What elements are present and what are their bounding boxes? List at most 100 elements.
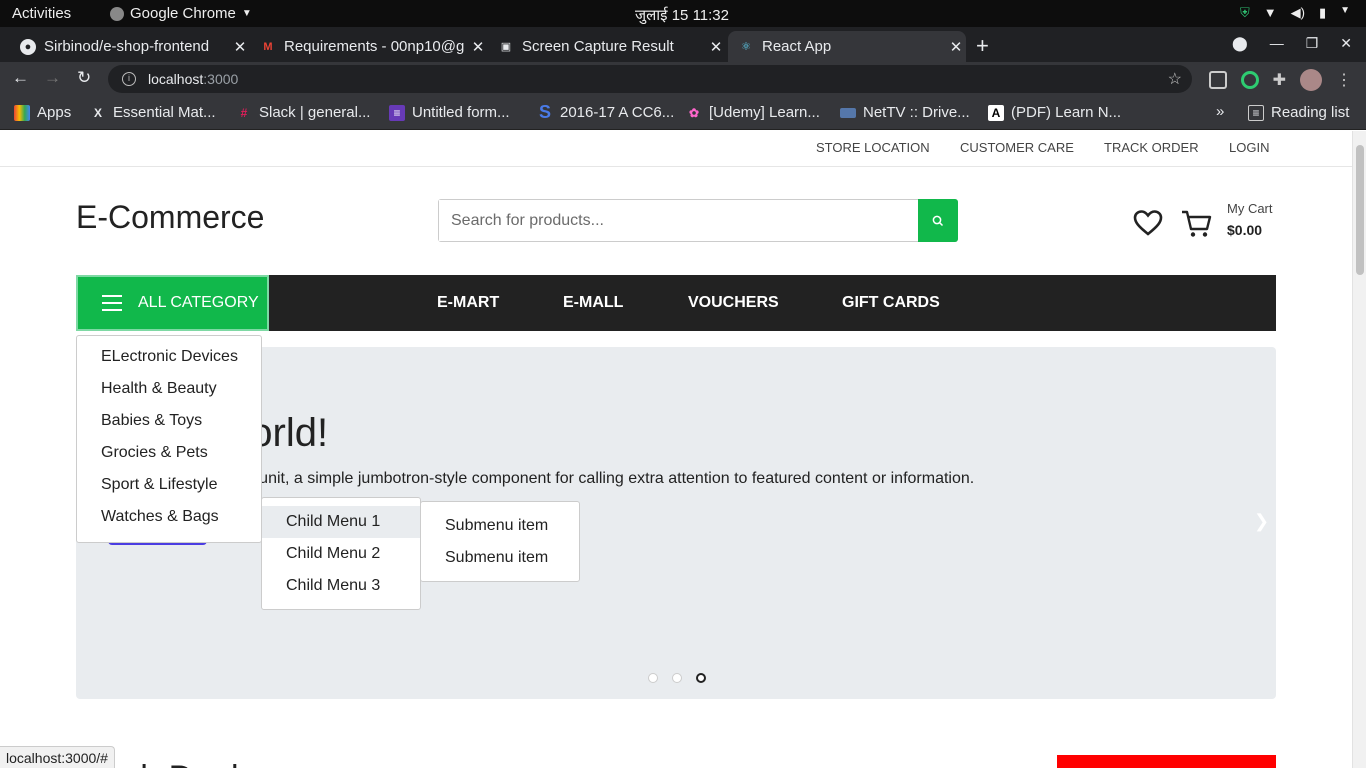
apps-grid-icon <box>14 104 30 121</box>
carousel-dot[interactable] <box>672 673 682 683</box>
tab-github[interactable]: ● Sirbinod/e-shop-frontend ✕ <box>10 31 250 62</box>
customer-care-link[interactable]: CUSTOMER CARE <box>960 140 1074 155</box>
bookmark-label: Essential Mat... <box>113 104 216 121</box>
close-icon[interactable]: ✕ <box>706 38 726 56</box>
category-item[interactable]: Grocies & Pets <box>77 440 261 472</box>
camera-icon: ▣ <box>500 41 512 53</box>
track-order-link[interactable]: TRACK ORDER <box>1104 140 1199 155</box>
info-icon[interactable]: i <box>122 72 136 86</box>
category-dropdown: ELectronic Devices Health & Beauty Babie… <box>76 335 262 543</box>
cart-total[interactable]: $0.00 <box>1227 222 1262 238</box>
address-bar[interactable]: i localhost:3000 ☆ <box>108 65 1192 93</box>
nav-emart[interactable]: E-MART <box>437 294 499 312</box>
activities-button[interactable]: Activities <box>12 5 71 22</box>
tab-screen-capture[interactable]: ▣ Screen Capture Result ✕ <box>488 31 726 62</box>
my-cart-label[interactable]: My Cart <box>1227 201 1273 216</box>
app-name: Google Chrome <box>130 5 236 22</box>
bookmark-academia[interactable]: A (PDF) Learn N... <box>988 104 1121 121</box>
bookmark-label: 2016-17 A CC6... <box>560 104 675 121</box>
gmail-icon: M <box>263 40 273 53</box>
search-input[interactable] <box>439 200 919 241</box>
category-item[interactable]: ELectronic Devices <box>77 344 261 376</box>
nav-gift-cards[interactable]: GIFT CARDS <box>842 294 940 312</box>
nav-emall[interactable]: E-MALL <box>563 294 623 312</box>
wishlist-heart-icon[interactable] <box>1133 209 1163 237</box>
puzzle-icon[interactable]: ✚ <box>1273 70 1286 90</box>
nav-vouchers[interactable]: VOUCHERS <box>688 294 779 312</box>
academia-icon: A <box>988 104 1004 121</box>
battery-icon: ▮ <box>1318 5 1327 20</box>
child-menu-item[interactable]: Child Menu 1 <box>262 506 420 538</box>
maximize-icon[interactable]: ❐ <box>1306 35 1319 52</box>
bookmark-label: Slack | general... <box>259 104 371 121</box>
reading-list-icon: ≡ <box>1248 104 1264 121</box>
reading-list-label: Reading list <box>1271 104 1350 121</box>
new-tab-button[interactable]: + <box>976 33 989 59</box>
tab-title: Sirbinod/e-shop-frontend <box>44 38 210 55</box>
bookmark-nettv[interactable]: NetTV :: Drive... <box>840 104 970 121</box>
wifi-icon: ▼ <box>1263 5 1277 20</box>
chrome-icon <box>110 6 124 21</box>
submenu: Submenu item Submenu item <box>420 501 580 582</box>
minimize-icon[interactable]: — <box>1270 35 1284 52</box>
menu-kebab-icon[interactable]: ⋮ <box>1336 70 1352 90</box>
bookmark-slack[interactable]: # Slack | general... <box>236 104 371 121</box>
close-icon[interactable]: ✕ <box>230 38 250 56</box>
store-location-link[interactable]: STORE LOCATION <box>816 140 930 155</box>
promo-banner[interactable] <box>1057 755 1276 768</box>
bookmark-forms[interactable]: ≡ Untitled form... <box>389 104 510 121</box>
child-menu-item[interactable]: Child Menu 3 <box>262 570 420 602</box>
close-icon[interactable]: ✕ <box>468 38 488 56</box>
category-item[interactable]: Sport & Lifestyle <box>77 472 261 504</box>
reload-icon[interactable]: ↻ <box>77 68 91 88</box>
carousel-dot[interactable] <box>648 673 658 683</box>
bookmark-essential[interactable]: X Essential Mat... <box>90 104 216 121</box>
tab-title: Requirements - 00np10@g <box>284 38 465 55</box>
bookmark-label: [Udemy] Learn... <box>709 104 820 121</box>
login-link[interactable]: LOGIN <box>1229 140 1269 155</box>
close-icon[interactable]: ✕ <box>946 38 966 56</box>
avatar[interactable] <box>1300 69 1322 91</box>
carousel-indicators <box>648 673 706 683</box>
category-item[interactable]: Health & Beauty <box>77 376 261 408</box>
clock[interactable]: जुलाई 15 11:32 <box>635 5 729 25</box>
carousel-next-icon[interactable]: ❯ <box>1254 511 1269 532</box>
app-menu[interactable]: Google Chrome ▼ <box>110 5 252 22</box>
web-page: STORE LOCATION CUSTOMER CARE TRACK ORDER… <box>0 131 1352 768</box>
bookmark-cc6[interactable]: S 2016-17 A CC6... <box>537 102 675 122</box>
page-scrollbar[interactable] <box>1352 131 1366 768</box>
all-category-button[interactable]: ALL CATEGORY <box>76 275 269 331</box>
bookmark-apps[interactable]: Apps <box>14 104 71 121</box>
volume-icon: ◀) <box>1290 5 1305 20</box>
child-menu-item[interactable]: Child Menu 2 <box>262 538 420 570</box>
tab-gmail[interactable]: M Requirements - 00np10@g ✕ <box>250 31 488 62</box>
bookmark-udemy[interactable]: ✿ [Udemy] Learn... <box>686 104 820 121</box>
site-logo[interactable]: E-Commerce <box>76 199 264 236</box>
search-button[interactable] <box>918 199 958 242</box>
tab-search-icon[interactable]: ⬤ <box>1232 35 1248 52</box>
submenu-item[interactable]: Submenu item <box>421 510 579 542</box>
system-tray[interactable]: ⛨ ▼ ◀) ▮ ▼ <box>1240 5 1350 21</box>
category-item[interactable]: Watches & Bags <box>77 504 261 536</box>
category-item[interactable]: Babies & Toys <box>77 408 261 440</box>
forward-icon[interactable]: → <box>44 68 61 88</box>
tab-react-app[interactable]: ⚛ React App ✕ <box>728 31 966 62</box>
bookmark-label: NetTV :: Drive... <box>863 104 970 121</box>
scrollbar-thumb[interactable] <box>1356 145 1364 275</box>
back-icon[interactable]: ← <box>12 68 29 88</box>
shield-icon: ⛨ <box>1239 5 1250 20</box>
green-extension-icon[interactable] <box>1240 71 1259 89</box>
bookmark-star-icon[interactable]: ☆ <box>1168 69 1182 89</box>
more-bookmarks-icon[interactable]: » <box>1216 103 1224 120</box>
screen-capture-extension-icon[interactable] <box>1208 71 1227 89</box>
search-bar <box>438 199 958 242</box>
submenu-item[interactable]: Submenu item <box>421 542 579 574</box>
cart-icon[interactable] <box>1181 209 1213 239</box>
top-links-bar: STORE LOCATION CUSTOMER CARE TRACK ORDER… <box>0 131 1352 167</box>
browser-toolbar: ← → ↻ i localhost:3000 ☆ ✚ ⋮ <box>0 62 1366 96</box>
close-window-icon[interactable]: ✕ <box>1340 35 1352 52</box>
extensions-area: ✚ ⋮ <box>1208 69 1352 91</box>
carousel-dot-active[interactable] <box>696 673 706 683</box>
reading-list[interactable]: ≡ Reading list <box>1248 104 1349 121</box>
url-port: :3000 <box>203 71 239 87</box>
